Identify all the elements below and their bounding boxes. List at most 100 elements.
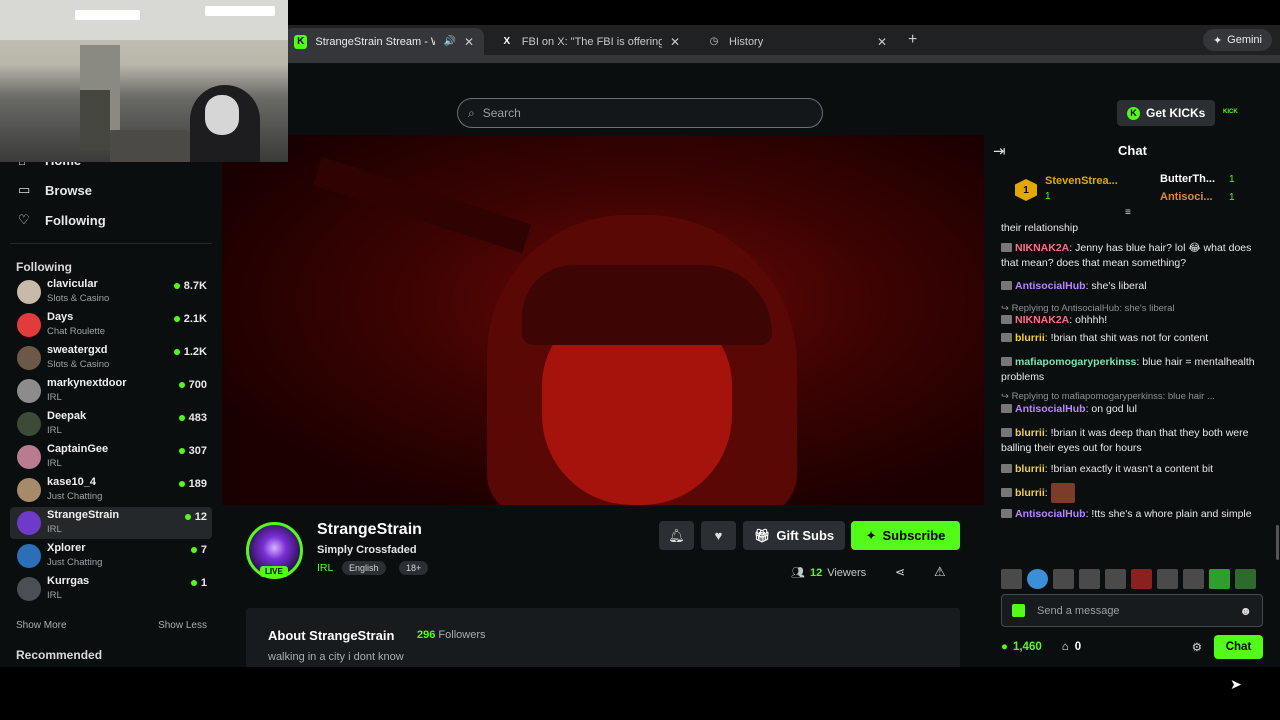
sidebar-item-following[interactable]: ♡ Following bbox=[18, 212, 106, 228]
chat-username[interactable]: blurrii bbox=[1015, 487, 1045, 499]
emote-icon[interactable] bbox=[1183, 569, 1204, 589]
gear-icon[interactable]: ⚙ bbox=[1192, 640, 1202, 654]
channel-name: Xplorer bbox=[47, 542, 86, 554]
close-tab-icon[interactable]: ✕ bbox=[670, 35, 680, 49]
emoji-icon[interactable]: ☻ bbox=[1239, 604, 1252, 618]
emote-icon[interactable] bbox=[1053, 569, 1074, 589]
show-more-link[interactable]: Show More bbox=[16, 620, 67, 631]
tab-title: StrangeStrain Stream - W bbox=[315, 35, 436, 48]
follow-button[interactable]: ♥ bbox=[701, 521, 736, 550]
sidebar-channel[interactable]: clavicular Slots & Casino 8.7K bbox=[10, 276, 212, 308]
speaker-icon[interactable]: 🔊 bbox=[443, 36, 455, 47]
close-tab-icon[interactable]: ✕ bbox=[464, 35, 474, 49]
sidebar-channel[interactable]: Deepak IRL 483 bbox=[10, 408, 212, 440]
nav-label: Following bbox=[45, 212, 106, 228]
sidebar-channel[interactable]: markynextdoor IRL 700 bbox=[10, 375, 212, 407]
user-badge-icon bbox=[1001, 315, 1012, 324]
notification-bell-button[interactable]: 🔔︎ bbox=[659, 521, 694, 550]
tag-english[interactable]: English bbox=[342, 561, 386, 575]
kicks-icon: ● bbox=[1001, 641, 1008, 653]
emote-icon[interactable] bbox=[1027, 569, 1048, 589]
channel-category: Chat Roulette bbox=[47, 326, 106, 337]
search-input[interactable]: ⌕ Search bbox=[457, 98, 823, 128]
sparkle-icon: ✦ bbox=[865, 527, 877, 543]
gift-subs-button[interactable]: 🎁︎ Gift Subs bbox=[743, 521, 845, 550]
channel-name: Days bbox=[47, 311, 74, 323]
chat-username[interactable]: mafiapomogaryperkinss bbox=[1015, 356, 1136, 368]
bell-icon: 🔔︎ bbox=[668, 527, 685, 543]
sidebar-channel[interactable]: Days Chat Roulette 2.1K bbox=[10, 309, 212, 341]
chat-scrollbar[interactable] bbox=[1276, 525, 1279, 560]
expand-chevron-icon[interactable]: ≡ bbox=[1125, 207, 1131, 218]
tab-fbi[interactable]: X FBI on X: "The FBI is offering ✕ bbox=[490, 28, 690, 55]
channel-category: Slots & Casino bbox=[47, 359, 110, 370]
webcam-overlay bbox=[0, 0, 288, 162]
emote-icon[interactable] bbox=[1209, 569, 1230, 589]
streamer-name[interactable]: StrangeStrain bbox=[317, 521, 422, 539]
emote-icon[interactable] bbox=[1131, 569, 1152, 589]
kick-logo-icon[interactable]: KICK bbox=[1223, 109, 1238, 115]
new-tab-button[interactable]: + bbox=[908, 31, 917, 49]
reply-text: ↪ Replying to mafiapomogaryperkinss: blu… bbox=[1001, 391, 1215, 402]
chat-text: : she's liberal bbox=[1085, 280, 1147, 292]
stream-category[interactable]: IRL bbox=[317, 562, 333, 574]
tab-strangestrain[interactable]: K StrangeStrain Stream - W 🔊 ✕ bbox=[284, 28, 484, 55]
chat-message: blurrii: !brian exactly it wasn't a cont… bbox=[1001, 462, 1269, 477]
history-icon: ◷ bbox=[709, 36, 719, 47]
avatar bbox=[17, 412, 41, 436]
video-player[interactable] bbox=[222, 135, 984, 505]
subscribe-button[interactable]: ✦ Subscribe bbox=[851, 521, 960, 550]
chat-text: : bbox=[1044, 486, 1048, 499]
sparkle-icon: ✦ bbox=[1212, 34, 1223, 47]
user-badge-icon bbox=[1001, 333, 1012, 342]
gift-icon[interactable] bbox=[1012, 604, 1025, 617]
user-badge-icon bbox=[1001, 428, 1012, 437]
kicks-balance[interactable]: ● 1,460 bbox=[1001, 641, 1042, 653]
chat-message: mafiapomogaryperkinss: blue hair = menta… bbox=[1001, 355, 1269, 385]
sidebar-channel[interactable]: sweatergxd Slots & Casino 1.2K bbox=[10, 342, 212, 374]
chat-username[interactable]: AntisocialHub bbox=[1015, 508, 1086, 520]
stream-info: LIVE StrangeStrain Simply Crossfaded IRL… bbox=[246, 518, 960, 588]
sidebar-channel[interactable]: CaptainGee IRL 307 bbox=[10, 441, 212, 473]
sidebar-item-browse[interactable]: ▭ Browse bbox=[18, 182, 92, 198]
get-kicks-button[interactable]: K Get KICKs bbox=[1117, 100, 1216, 126]
chat-username[interactable]: blurrii bbox=[1015, 332, 1045, 344]
close-tab-icon[interactable]: ✕ bbox=[877, 35, 887, 49]
chat-input[interactable]: Send a message ☻ bbox=[1001, 594, 1263, 627]
send-chat-button[interactable]: Chat bbox=[1214, 635, 1263, 659]
chat-username[interactable]: AntisocialHub bbox=[1015, 403, 1086, 415]
chat-username[interactable]: blurrii bbox=[1015, 463, 1045, 475]
channel-category: Just Chatting bbox=[47, 557, 103, 568]
sidebar-channel[interactable]: Kurrgas IRL 1 bbox=[10, 573, 212, 605]
store-count: 0 bbox=[1074, 641, 1082, 653]
chat-username[interactable]: NIKNAK2A bbox=[1015, 314, 1069, 326]
channel-viewers: 2.1K bbox=[173, 313, 207, 325]
chat-message: blurrii: !brian that shit was not for co… bbox=[1001, 331, 1269, 346]
gift-leaderboard[interactable]: 1 StevenStrea... 1 ButterTh... 1 Antisoc… bbox=[985, 167, 1280, 218]
live-dot-icon bbox=[178, 382, 185, 388]
share-icon[interactable]: ⋖ bbox=[895, 565, 905, 579]
sidebar-channel[interactable]: kase10_4 Just Chatting 189 bbox=[10, 474, 212, 506]
emote-icon[interactable] bbox=[1079, 569, 1100, 589]
masked-face bbox=[205, 95, 239, 135]
gemini-button[interactable]: ✦ Gemini bbox=[1202, 29, 1272, 51]
sidebar-channel[interactable]: StrangeStrain IRL 12 bbox=[10, 507, 212, 539]
gift-subs-label: Gift Subs bbox=[776, 528, 835, 543]
tag-18plus[interactable]: 18+ bbox=[399, 561, 429, 575]
tab-history[interactable]: ◷ History ✕ bbox=[697, 28, 897, 55]
emote-icon[interactable] bbox=[1157, 569, 1178, 589]
emote-icon[interactable] bbox=[1235, 569, 1256, 589]
channel-viewers: 8.7K bbox=[173, 280, 207, 292]
avatar bbox=[17, 511, 41, 535]
store-counter[interactable]: ⌂ 0 bbox=[1062, 641, 1081, 653]
chat-username[interactable]: NIKNAK2A bbox=[1015, 242, 1069, 254]
report-icon[interactable]: ⚠ bbox=[934, 564, 946, 580]
emote-icon[interactable] bbox=[1105, 569, 1126, 589]
leader-name: ButterTh... bbox=[1160, 173, 1215, 185]
avatar bbox=[17, 346, 41, 370]
chat-username[interactable]: AntisocialHub bbox=[1015, 280, 1086, 292]
chat-username[interactable]: blurrii bbox=[1015, 427, 1045, 439]
show-less-link[interactable]: Show Less bbox=[158, 620, 207, 631]
sidebar-channel[interactable]: Xplorer Just Chatting 7 bbox=[10, 540, 212, 572]
emote-icon[interactable] bbox=[1001, 569, 1022, 589]
